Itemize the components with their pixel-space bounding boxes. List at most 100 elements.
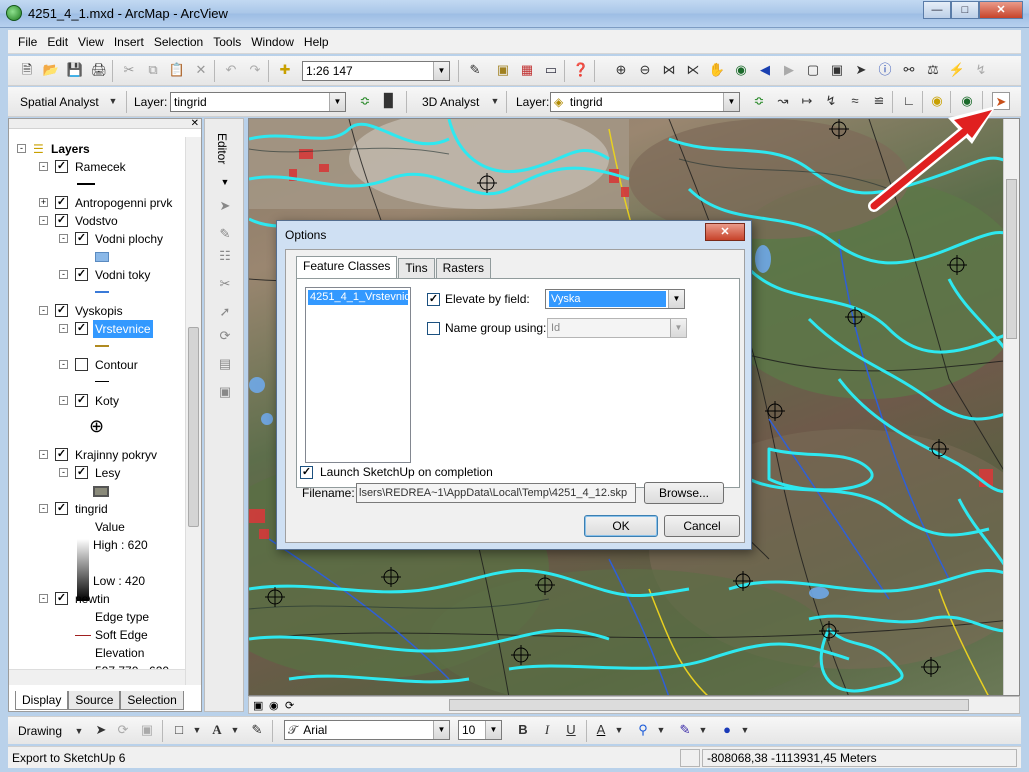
editor-toolbar-icon[interactable]: ✎	[466, 61, 484, 79]
layer-checkbox[interactable]: ✓	[55, 196, 68, 209]
tab-tins[interactable]: Tins	[398, 258, 435, 278]
collapse-icon[interactable]: -	[39, 216, 48, 225]
steepest-path-icon[interactable]: ↝	[774, 92, 792, 110]
contour-tool-icon[interactable]: ≎	[750, 92, 768, 110]
layer-checkbox[interactable]: ✓	[55, 214, 68, 227]
tab-selection[interactable]: Selection	[120, 691, 184, 710]
collapse-icon[interactable]: -	[39, 306, 48, 315]
name-group-checkbox[interactable]	[427, 322, 440, 335]
undo-icon[interactable]: ↶	[222, 61, 240, 79]
rectangle-icon[interactable]: □	[170, 721, 188, 739]
close-button[interactable]: ✕	[979, 1, 1023, 19]
collapse-icon[interactable]: -	[39, 504, 48, 513]
rotate-icon[interactable]: ⟳	[114, 721, 132, 739]
task-icon[interactable]: ☷	[216, 247, 234, 265]
collapse-icon[interactable]: -	[59, 468, 68, 477]
layer-checkbox[interactable]: ✓	[75, 268, 88, 281]
layer-checkbox[interactable]	[75, 358, 88, 371]
select-features-icon[interactable]: ▢	[804, 61, 822, 79]
tab-feature-classes[interactable]: Feature Classes	[296, 256, 398, 278]
map-vertical-scrollbar[interactable]	[1003, 119, 1019, 695]
chevron-down-icon[interactable]: ▼	[216, 173, 234, 191]
chevron-down-icon[interactable]: ▼	[226, 721, 244, 739]
chevron-down-icon[interactable]: ▼	[694, 721, 712, 739]
editor-menu[interactable]: Editor	[215, 133, 229, 164]
marker-color-icon[interactable]: ●	[718, 721, 736, 739]
open-folder-icon[interactable]: 📂	[42, 61, 60, 79]
map-horizontal-scrollbar[interactable]	[449, 699, 969, 711]
forward-arrow-icon[interactable]: ▶	[780, 61, 798, 79]
edit-vertices-icon[interactable]: ✎	[248, 721, 266, 739]
whats-this-icon[interactable]: ❓	[572, 61, 590, 79]
menu-tools[interactable]: Tools	[209, 35, 247, 49]
fixed-zoom-out-icon[interactable]: ⋉	[684, 61, 702, 79]
lightning-icon[interactable]: ↯	[972, 61, 990, 79]
refresh-icon[interactable]: ⟳	[285, 699, 294, 712]
3d-analyst-menu[interactable]: 3D Analyst	[422, 95, 479, 109]
maximize-button[interactable]: □	[951, 1, 979, 19]
chevron-down-icon[interactable]: ▼	[610, 721, 628, 739]
toc-vertical-scrollbar[interactable]	[185, 137, 201, 685]
tab-display[interactable]: Display	[15, 691, 69, 710]
collapse-icon[interactable]: -	[59, 234, 68, 243]
zoom-in-icon[interactable]: ⊕	[612, 61, 630, 79]
hyperlink-icon[interactable]: ⚡	[948, 61, 966, 79]
select-elements-icon[interactable]: ➤	[852, 61, 870, 79]
arccatalog-icon[interactable]: ▦	[518, 61, 536, 79]
rotate-icon[interactable]: ⟳	[216, 327, 234, 345]
full-extent-globe-icon[interactable]: ◉	[732, 61, 750, 79]
chevron-down-icon[interactable]: ▼	[70, 722, 88, 740]
launch-sketchup-checkbox[interactable]: ✓	[300, 466, 313, 479]
spatial-analyst-menu[interactable]: Spatial Analyst	[20, 95, 99, 109]
measure-icon[interactable]: ⚖	[924, 61, 942, 79]
collapse-icon[interactable]: -	[39, 450, 48, 459]
tab-source[interactable]: Source	[68, 691, 121, 710]
select-elements-icon[interactable]: ➤	[92, 721, 110, 739]
histogram-icon[interactable]: ▉	[380, 92, 398, 110]
layer-checkbox[interactable]: ✓	[75, 394, 88, 407]
command-line-icon[interactable]: ▭	[542, 61, 560, 79]
line-of-sight-icon[interactable]: ↦	[798, 92, 816, 110]
expand-icon[interactable]: +	[39, 198, 48, 207]
fill-color-icon[interactable]: ⚲	[634, 721, 652, 739]
toc-horizontal-scrollbar[interactable]	[9, 669, 185, 685]
redo-icon[interactable]: ↷	[246, 61, 264, 79]
layer-checkbox[interactable]: ✓	[75, 466, 88, 479]
chevron-down-icon[interactable]: ▼	[486, 92, 504, 110]
interpolate-point-icon[interactable]: ↯	[822, 92, 840, 110]
print-icon[interactable]: 🖨	[90, 61, 108, 79]
attributes-icon[interactable]: ▤	[216, 355, 234, 373]
edit-tool-icon[interactable]: ➤	[216, 197, 234, 215]
close-icon[interactable]: ✕	[191, 119, 199, 129]
layer-checkbox[interactable]: ✓	[55, 304, 68, 317]
chevron-down-icon[interactable]: ▼	[433, 62, 449, 80]
layer-checkbox[interactable]: ✓	[75, 232, 88, 245]
dialog-close-button[interactable]: ✕	[705, 223, 745, 241]
collapse-icon[interactable]: -	[39, 594, 48, 603]
menu-file[interactable]: File	[14, 35, 43, 49]
menu-insert[interactable]: Insert	[110, 35, 150, 49]
collapse-icon[interactable]: -	[39, 162, 48, 171]
split-tool-icon[interactable]: ✂	[216, 275, 234, 293]
drawing-menu[interactable]: Drawing	[18, 724, 62, 738]
elevate-by-field-checkbox[interactable]: ✓	[427, 293, 440, 306]
font-size-combo[interactable]: 10 ▼	[458, 720, 502, 740]
chevron-down-icon[interactable]: ▼	[485, 721, 501, 739]
copy-icon[interactable]: ⧉	[144, 61, 162, 79]
layer-checkbox[interactable]: ✓	[55, 160, 68, 173]
bold-button[interactable]: B	[514, 721, 532, 739]
layer-checkbox[interactable]: ✓	[75, 322, 88, 335]
chevron-down-icon[interactable]: ▼	[104, 92, 122, 110]
menu-help[interactable]: Help	[300, 35, 335, 49]
pan-hand-icon[interactable]: ✋	[708, 61, 726, 79]
line-color-icon[interactable]: ✎	[676, 721, 694, 739]
menu-view[interactable]: View	[74, 35, 110, 49]
histogram-green-icon[interactable]: ≎	[356, 92, 374, 110]
delete-icon[interactable]: ✕	[192, 61, 210, 79]
arctoolbox-icon[interactable]: ▣	[494, 61, 512, 79]
sketch-pencil-icon[interactable]: ✎	[216, 225, 234, 243]
layer-checkbox[interactable]: ✓	[55, 448, 68, 461]
cut-icon[interactable]: ✂	[120, 61, 138, 79]
name-group-select[interactable]: Id ▼	[547, 318, 687, 338]
chevron-down-icon[interactable]: ▼	[736, 721, 754, 739]
